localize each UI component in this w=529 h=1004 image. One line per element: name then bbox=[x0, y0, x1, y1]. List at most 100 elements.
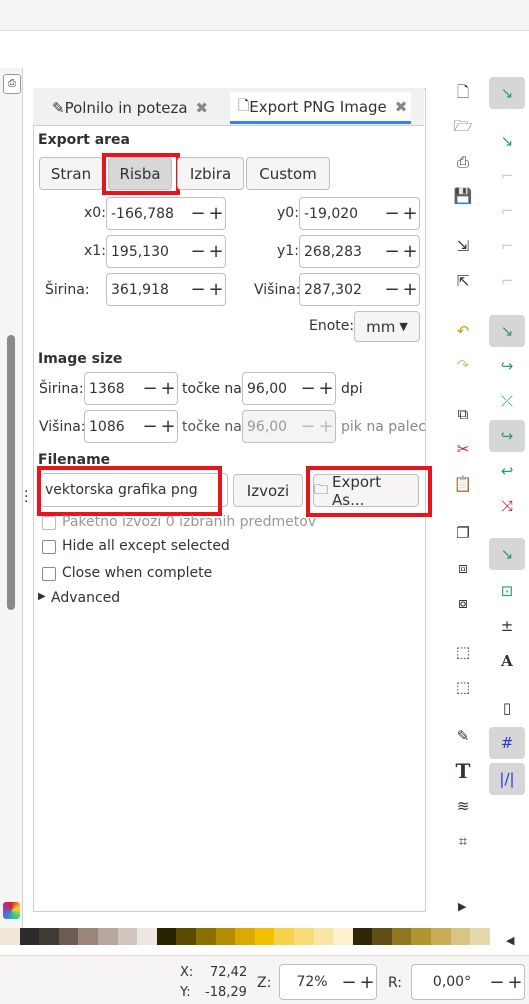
x0-field[interactable]: -166,788 − + bbox=[106, 197, 226, 230]
plus-icon[interactable]: + bbox=[159, 416, 177, 437]
plus-icon[interactable]: + bbox=[401, 279, 419, 300]
expander-arrow-icon[interactable]: ▶ bbox=[38, 591, 46, 602]
duplicate-icon[interactable]: ❐ bbox=[452, 522, 474, 544]
palette-swatch[interactable] bbox=[372, 928, 392, 945]
snap-rotation-center-icon[interactable]: ± bbox=[496, 615, 518, 637]
clone-icon[interactable]: ⧈ bbox=[452, 557, 474, 579]
area-page-button[interactable]: Stran bbox=[39, 157, 103, 190]
plus-icon[interactable]: + bbox=[207, 241, 225, 262]
xml-editor-icon[interactable]: ⌗ bbox=[452, 830, 474, 852]
area-height-field[interactable]: 287,302 − + bbox=[299, 273, 420, 306]
palette-swatch[interactable] bbox=[352, 928, 373, 945]
text-icon[interactable]: T bbox=[452, 759, 474, 783]
plus-icon[interactable]: + bbox=[159, 378, 177, 399]
rotation-field[interactable]: 0,00° − + bbox=[411, 964, 525, 1000]
minus-icon[interactable]: − bbox=[189, 279, 207, 300]
panel-resize-handle[interactable]: · · · bbox=[24, 485, 28, 509]
copy-icon[interactable]: ⧉ bbox=[452, 403, 474, 425]
close-when-complete-checkbox[interactable] bbox=[42, 567, 56, 581]
minus-icon[interactable]: − bbox=[189, 241, 207, 262]
palette-swatch[interactable] bbox=[274, 928, 294, 945]
palette-swatch[interactable] bbox=[254, 928, 275, 945]
palette-swatch[interactable] bbox=[195, 928, 216, 945]
advanced-expander[interactable]: Advanced bbox=[51, 590, 120, 606]
palette-swatch[interactable] bbox=[117, 928, 138, 945]
minus-icon[interactable]: − bbox=[383, 241, 401, 262]
unlink-clone-icon[interactable]: ⧇ bbox=[452, 592, 474, 614]
fill-stroke-icon[interactable]: ✎ bbox=[452, 725, 474, 747]
snap-bbox-edge-icon[interactable]: ⌐ bbox=[496, 165, 518, 187]
snap-bbox-midpoint-icon[interactable]: ⌐ bbox=[496, 235, 518, 257]
palette-swatch[interactable] bbox=[470, 928, 490, 945]
palette-swatch[interactable] bbox=[293, 928, 314, 945]
palette-swatch[interactable] bbox=[235, 928, 255, 945]
import-icon[interactable]: ⇲ bbox=[452, 235, 474, 257]
palette-swatch[interactable] bbox=[137, 928, 157, 945]
palette-menu-icon[interactable]: ◀ bbox=[506, 934, 514, 947]
snap-bbox-corner-icon[interactable]: ⌐ bbox=[496, 200, 518, 222]
palette-swatch[interactable] bbox=[156, 928, 177, 945]
snap-guides-icon[interactable]: |/| bbox=[489, 763, 525, 795]
snap-grid-icon[interactable]: # bbox=[489, 727, 525, 759]
area-custom-button[interactable]: Custom bbox=[246, 157, 330, 190]
color-palette[interactable] bbox=[0, 928, 490, 945]
y0-field[interactable]: -19,020 − + bbox=[299, 197, 420, 230]
plus-icon[interactable]: + bbox=[207, 203, 225, 224]
close-icon[interactable]: ✖ bbox=[395, 98, 408, 116]
minus-icon[interactable]: − bbox=[189, 203, 207, 224]
save-icon[interactable]: 💾 bbox=[452, 185, 474, 207]
toolbar-overflow-icon[interactable]: ▶ bbox=[458, 900, 466, 913]
snap-cusp-nodes-icon[interactable]: ↪ bbox=[489, 420, 525, 452]
export-icon[interactable]: ⇱ bbox=[452, 270, 474, 292]
snap-bbox-icon[interactable]: ↘ bbox=[496, 130, 518, 152]
snap-object-center-icon[interactable]: ⊡ bbox=[496, 580, 518, 602]
image-height-field[interactable]: 1086 − + bbox=[84, 410, 178, 443]
palette-swatch[interactable] bbox=[313, 928, 334, 945]
plus-icon[interactable]: + bbox=[401, 203, 419, 224]
snap-smooth-nodes-icon[interactable]: ↩ bbox=[496, 460, 518, 482]
redo-icon[interactable]: ↷ bbox=[452, 354, 474, 376]
minus-icon[interactable]: − bbox=[141, 378, 159, 399]
snap-bbox-center-icon[interactable]: ⌐ bbox=[496, 270, 518, 292]
plus-icon[interactable]: + bbox=[506, 972, 524, 993]
plus-icon[interactable]: + bbox=[207, 279, 225, 300]
snap-midpoints-icon[interactable]: ⤨ bbox=[496, 495, 518, 517]
tab-fill-and-stroke[interactable]: ✎ Polnilo in poteza ✖ bbox=[52, 92, 212, 124]
minus-icon[interactable]: − bbox=[299, 378, 317, 399]
palette-swatch[interactable] bbox=[411, 928, 432, 945]
snap-intersections-icon[interactable]: ⤫ bbox=[496, 390, 518, 412]
hide-all-checkbox[interactable] bbox=[42, 540, 56, 554]
minus-icon[interactable]: − bbox=[488, 972, 506, 993]
palette-swatch[interactable] bbox=[215, 928, 236, 945]
paste-icon[interactable]: 📋 bbox=[452, 473, 474, 495]
snap-text-baseline-icon[interactable]: A bbox=[496, 650, 518, 672]
y1-field[interactable]: 268,283 − + bbox=[299, 235, 420, 268]
area-width-field[interactable]: 361,918 − + bbox=[106, 273, 226, 306]
palette-swatch[interactable] bbox=[39, 928, 59, 945]
image-width-field[interactable]: 1368 − + bbox=[84, 372, 178, 405]
palette-swatch[interactable] bbox=[431, 928, 451, 945]
minus-icon[interactable]: − bbox=[383, 279, 401, 300]
palette-swatch[interactable] bbox=[333, 928, 353, 945]
snap-nodes-icon[interactable]: ↘ bbox=[489, 315, 525, 347]
plus-icon[interactable]: + bbox=[401, 241, 419, 262]
minus-icon[interactable]: − bbox=[383, 203, 401, 224]
group-icon[interactable]: ⬚ bbox=[452, 641, 474, 663]
area-selection-button[interactable]: Izbira bbox=[177, 157, 244, 190]
snap-others-icon[interactable]: ↘ bbox=[489, 538, 525, 570]
panel-menu-icon[interactable]: ⎙ bbox=[3, 74, 21, 94]
palette-swatch[interactable] bbox=[78, 928, 98, 945]
close-icon[interactable]: ✖ bbox=[196, 99, 209, 117]
palette-swatch[interactable] bbox=[58, 928, 79, 945]
color-wheel-icon[interactable] bbox=[3, 902, 20, 919]
layers-icon[interactable]: ≋ bbox=[452, 795, 474, 817]
palette-swatch[interactable] bbox=[176, 928, 196, 945]
snap-enable-icon[interactable]: ↘ bbox=[489, 77, 525, 109]
open-file-icon[interactable]: 🗁 bbox=[452, 117, 474, 139]
print-icon[interactable]: ⎙ bbox=[452, 151, 474, 173]
palette-swatch[interactable] bbox=[0, 928, 20, 945]
vertical-scrollbar[interactable] bbox=[7, 335, 15, 610]
minus-icon[interactable]: − bbox=[340, 972, 358, 993]
snap-paths-icon[interactable]: ↪ bbox=[496, 355, 518, 377]
tab-export-png[interactable]: 🗋 Export PNG Image ✖ bbox=[230, 92, 411, 124]
